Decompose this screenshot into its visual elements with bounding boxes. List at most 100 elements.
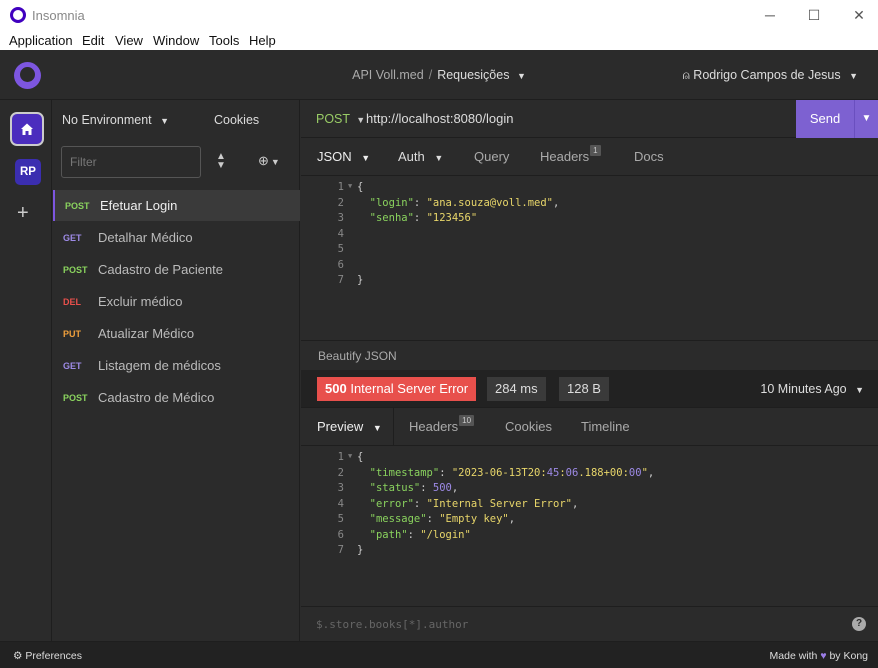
- maximize-button[interactable]: ☐: [791, 0, 837, 30]
- code-text: {: [357, 181, 364, 193]
- request-item[interactable]: GET Listagem de médicos: [53, 350, 300, 381]
- line-number: 5: [337, 513, 344, 525]
- chevron-down-icon: ▼: [372, 423, 382, 433]
- made-with-kong[interactable]: Made with ♥ by Kong: [770, 650, 868, 662]
- help-icon[interactable]: ?: [852, 617, 866, 631]
- send-button[interactable]: Send: [796, 100, 854, 138]
- status-code: 500: [325, 381, 347, 396]
- menu-bar: Application Edit View Window Tools Help: [0, 30, 878, 50]
- chevron-down-icon[interactable]: ▼: [517, 71, 526, 81]
- sort-icon[interactable]: ▲ ▼: [216, 152, 226, 171]
- tab-preview[interactable]: Preview ▼: [317, 408, 382, 446]
- method-badge: POST: [63, 393, 88, 403]
- line-number: 7: [337, 544, 344, 556]
- tab-docs[interactable]: Docs: [634, 138, 664, 176]
- tab-response-headers-label: Headers: [409, 419, 459, 434]
- heart-icon: ♥: [820, 650, 827, 662]
- tab-timeline[interactable]: Timeline: [581, 408, 630, 446]
- add-project-icon[interactable]: +: [17, 202, 29, 225]
- fold-chevron-icon[interactable]: ▼: [348, 182, 352, 190]
- breadcrumb-collection[interactable]: Requesições: [437, 68, 509, 82]
- code-line: 7}: [301, 274, 878, 290]
- request-item[interactable]: GET Detalhar Médico: [53, 222, 300, 253]
- beautify-json-button[interactable]: Beautify JSON: [318, 349, 397, 363]
- history-dropdown[interactable]: 10 Minutes Ago ▼: [760, 382, 864, 396]
- menu-application[interactable]: Application: [9, 33, 73, 48]
- response-filter-input[interactable]: $.store.books[*].author: [316, 618, 468, 631]
- project-button[interactable]: RP: [15, 159, 41, 185]
- method-badge: GET: [63, 233, 82, 243]
- code-text: }: [357, 274, 364, 286]
- tab-json[interactable]: JSON ▼: [317, 138, 370, 176]
- code-text: "message": "Empty key",: [369, 513, 516, 525]
- request-name: Detalhar Médico: [98, 230, 193, 245]
- send-options-chevron-icon[interactable]: ▼: [854, 100, 878, 138]
- home-button[interactable]: [10, 112, 44, 146]
- request-item[interactable]: POST Efetuar Login: [53, 190, 300, 221]
- method-label: POST: [316, 112, 350, 126]
- filter-input[interactable]: Filter: [61, 146, 201, 178]
- history-label: 10 Minutes Ago: [760, 382, 847, 396]
- response-body-viewer[interactable]: 1 ▼ {2 "timestamp": "2023-06-13T20:45:06.1…: [301, 446, 878, 606]
- menu-edit[interactable]: Edit: [82, 33, 104, 48]
- tab-response-cookies[interactable]: Cookies: [505, 408, 552, 446]
- tab-divider: [393, 408, 394, 446]
- line-number: 2: [337, 466, 344, 479]
- tab-auth[interactable]: Auth ▼: [398, 138, 443, 176]
- insomnia-logo-icon: [10, 7, 26, 23]
- code-text: "login": "ana.souza@voll.med",: [369, 196, 560, 209]
- headers-count-badge: 1: [590, 145, 601, 156]
- code-text: {: [357, 451, 364, 463]
- request-item[interactable]: DEL Excluir médico: [53, 286, 300, 317]
- request-item[interactable]: POST Cadastro de Paciente: [53, 254, 300, 285]
- line-number: 7: [337, 274, 344, 286]
- code-line: 6 "path": "/login": [301, 529, 878, 545]
- breadcrumb-project[interactable]: API Voll.med: [352, 68, 424, 82]
- response-size-badge: 128 B: [559, 377, 609, 401]
- method-selector[interactable]: POST ▼: [316, 112, 365, 126]
- line-number: 5: [337, 243, 344, 255]
- by-kong-label: by Kong: [829, 650, 868, 662]
- code-line: 5: [301, 243, 878, 259]
- minimize-button[interactable]: ─: [747, 0, 793, 30]
- request-item[interactable]: PUT Atualizar Médico: [53, 318, 300, 349]
- method-badge: DEL: [63, 297, 81, 307]
- code-text: "timestamp": "2023-06-13T20:45:06.188+00…: [369, 466, 655, 479]
- close-button[interactable]: ✕: [836, 0, 878, 30]
- app-header: API Voll.med / Requesições ▼ ⍝ Rodrigo Cam…: [0, 50, 878, 100]
- menu-view[interactable]: View: [115, 33, 143, 48]
- environment-selector[interactable]: No Environment ▼: [62, 113, 169, 127]
- code-text: }: [357, 544, 364, 556]
- code-line: 5 "message": "Empty key",: [301, 513, 878, 529]
- code-line: 2 "login": "ana.souza@voll.med",: [301, 197, 878, 213]
- sidebar: No Environment ▼ Cookies Filter ▲ ▼ ⊕ ▼ PO…: [53, 100, 300, 641]
- method-badge: POST: [63, 265, 88, 275]
- response-tabs: Preview ▼ Headers 10 Cookies Timeline: [301, 408, 878, 446]
- menu-help[interactable]: Help: [249, 33, 276, 48]
- plus-circle-icon: ⊕: [258, 153, 269, 168]
- chevron-down-icon: ▼: [270, 157, 280, 167]
- tab-query[interactable]: Query: [474, 138, 509, 176]
- line-number: 3: [337, 212, 344, 224]
- code-text: "error": "Internal Server Error",: [369, 497, 579, 510]
- menu-window[interactable]: Window: [153, 33, 199, 48]
- cookies-button[interactable]: Cookies: [214, 113, 259, 127]
- menu-tools[interactable]: Tools: [209, 33, 239, 48]
- preferences-button[interactable]: ⚙ Preferences: [13, 650, 82, 662]
- environment-label: No Environment: [62, 113, 152, 127]
- request-item[interactable]: POST Cadastro de Médico: [53, 382, 300, 413]
- tab-response-headers[interactable]: Headers 10: [409, 408, 475, 446]
- tab-headers[interactable]: Headers 1: [540, 138, 601, 176]
- tab-json-label: JSON: [317, 149, 352, 164]
- request-body-editor[interactable]: 1 ▼{2 "login": "ana.souza@voll.med", 3 "se…: [301, 176, 878, 340]
- url-input[interactable]: http://localhost:8080/login: [366, 111, 513, 126]
- response-filter-bar: $.store.books[*].author ?: [301, 606, 878, 641]
- fold-chevron-icon[interactable]: ▼: [348, 452, 352, 460]
- request-name: Excluir médico: [98, 294, 183, 309]
- code-line: 3 "status": 500,: [301, 482, 878, 498]
- add-request-button[interactable]: ⊕ ▼: [258, 153, 280, 169]
- preferences-label: Preferences: [25, 650, 82, 662]
- user-menu[interactable]: ⍝ Rodrigo Campos de Jesus ▼: [683, 68, 858, 83]
- user-name: Rodrigo Campos de Jesus: [693, 68, 841, 82]
- title-bar: Insomnia ─ ☐ ✕: [0, 0, 878, 30]
